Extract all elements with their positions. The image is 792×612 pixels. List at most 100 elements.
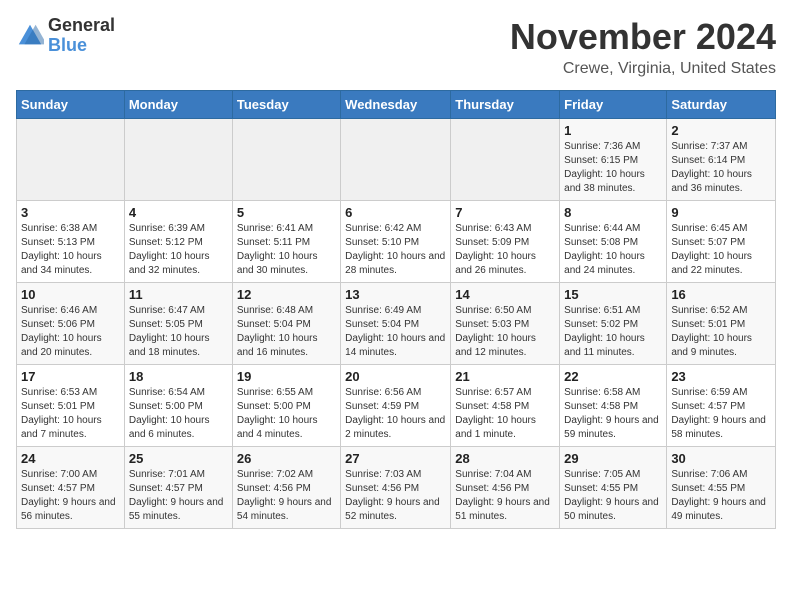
cell-info: Sunrise: 7:05 AM Sunset: 4:55 PM Dayligh… [564,468,662,524]
calendar-cell [232,119,340,201]
day-number: 28 [455,451,555,466]
calendar-header: SundayMondayTuesdayWednesdayThursdayFrid… [17,91,776,119]
cell-info: Sunrise: 6:54 AM Sunset: 5:00 PM Dayligh… [129,386,228,442]
calendar-body: 1 Sunrise: 7:36 AM Sunset: 6:15 PM Daylig… [17,119,776,529]
day-number: 12 [237,287,336,302]
day-number: 8 [564,205,662,220]
calendar-cell: 11Sunrise: 6:47 AM Sunset: 5:05 PM Dayli… [124,283,232,365]
week-row-5: 24Sunrise: 7:00 AM Sunset: 4:57 PM Dayli… [17,447,776,529]
calendar-cell: 17Sunrise: 6:53 AM Sunset: 5:01 PM Dayli… [17,365,125,447]
weekday-header-monday: Monday [124,91,232,119]
day-number: 1 [564,123,662,138]
day-number: 5 [237,205,336,220]
day-number: 4 [129,205,228,220]
cell-info: Sunrise: 6:43 AM Sunset: 5:09 PM Dayligh… [455,222,555,278]
day-number: 9 [671,205,771,220]
calendar-cell: 24Sunrise: 7:00 AM Sunset: 4:57 PM Dayli… [17,447,125,529]
day-number: 11 [129,287,228,302]
cell-info: Sunrise: 6:49 AM Sunset: 5:04 PM Dayligh… [345,304,446,360]
week-row-4: 17Sunrise: 6:53 AM Sunset: 5:01 PM Dayli… [17,365,776,447]
day-number: 10 [21,287,120,302]
calendar-cell: 8 Sunrise: 6:44 AM Sunset: 5:08 PM Daylig… [560,201,667,283]
weekday-row: SundayMondayTuesdayWednesdayThursdayFrid… [17,91,776,119]
day-number: 25 [129,451,228,466]
day-number: 27 [345,451,446,466]
day-number: 17 [21,369,120,384]
cell-info: Sunrise: 7:04 AM Sunset: 4:56 PM Dayligh… [455,468,555,524]
location: Crewe, Virginia, United States [510,60,776,78]
calendar-cell: 1 Sunrise: 7:36 AM Sunset: 6:15 PM Daylig… [560,119,667,201]
cell-info: Sunrise: 6:58 AM Sunset: 4:58 PM Dayligh… [564,386,662,442]
cell-info: Sunrise: 6:56 AM Sunset: 4:59 PM Dayligh… [345,386,446,442]
calendar-cell: 2 Sunrise: 7:37 AM Sunset: 6:14 PM Daylig… [667,119,776,201]
calendar-cell: 9 Sunrise: 6:45 AM Sunset: 5:07 PM Daylig… [667,201,776,283]
day-number: 7 [455,205,555,220]
logo: General Blue [16,16,115,56]
cell-info: Sunrise: 6:41 AM Sunset: 5:11 PM Dayligh… [237,222,336,278]
calendar-cell: 19Sunrise: 6:55 AM Sunset: 5:00 PM Dayli… [232,365,340,447]
logo-general: General [48,16,115,36]
calendar-cell: 23Sunrise: 6:59 AM Sunset: 4:57 PM Dayli… [667,365,776,447]
calendar-cell: 16 Sunrise: 6:52 AM Sunset: 5:01 PM Dayli… [667,283,776,365]
weekday-header-tuesday: Tuesday [232,91,340,119]
calendar-cell: 25 Sunrise: 7:01 AM Sunset: 4:57 PM Dayli… [124,447,232,529]
day-number: 22 [564,369,662,384]
calendar-cell: 4Sunrise: 6:39 AM Sunset: 5:12 PM Daylig… [124,201,232,283]
day-number: 30 [671,451,771,466]
day-number: 14 [455,287,555,302]
cell-info: Sunrise: 6:52 AM Sunset: 5:01 PM Dayligh… [671,304,771,360]
cell-info: Sunrise: 6:38 AM Sunset: 5:13 PM Dayligh… [21,222,120,278]
cell-info: Sunrise: 7:00 AM Sunset: 4:57 PM Dayligh… [21,468,120,524]
cell-info: Sunrise: 6:45 AM Sunset: 5:07 PM Dayligh… [671,222,771,278]
cell-info: Sunrise: 6:46 AM Sunset: 5:06 PM Dayligh… [21,304,120,360]
weekday-header-thursday: Thursday [451,91,560,119]
week-row-1: 1 Sunrise: 7:36 AM Sunset: 6:15 PM Daylig… [17,119,776,201]
cell-info: Sunrise: 6:44 AM Sunset: 5:08 PM Dayligh… [564,222,662,278]
day-number: 16 [671,287,771,302]
day-number: 3 [21,205,120,220]
main-container: General Blue November 2024 Crewe, Virgin… [0,0,792,545]
calendar-cell: 3 Sunrise: 6:38 AM Sunset: 5:13 PM Daylig… [17,201,125,283]
day-number: 13 [345,287,446,302]
day-number: 29 [564,451,662,466]
logo-icon [16,22,44,50]
calendar-cell: 21Sunrise: 6:57 AM Sunset: 4:58 PM Dayli… [451,365,560,447]
logo-text: General Blue [48,16,115,56]
calendar-cell: 12 Sunrise: 6:48 AM Sunset: 5:04 PM Dayli… [232,283,340,365]
calendar-cell: 22 Sunrise: 6:58 AM Sunset: 4:58 PM Dayli… [560,365,667,447]
weekday-header-wednesday: Wednesday [341,91,451,119]
calendar-cell [451,119,560,201]
calendar-cell: 13 Sunrise: 6:49 AM Sunset: 5:04 PM Dayli… [341,283,451,365]
cell-info: Sunrise: 6:42 AM Sunset: 5:10 PM Dayligh… [345,222,446,278]
week-row-3: 10 Sunrise: 6:46 AM Sunset: 5:06 PM Dayli… [17,283,776,365]
cell-info: Sunrise: 6:55 AM Sunset: 5:00 PM Dayligh… [237,386,336,442]
day-number: 6 [345,205,446,220]
header-area: General Blue November 2024 Crewe, Virgin… [16,16,776,78]
calendar-cell: 30 Sunrise: 7:06 AM Sunset: 4:55 PM Dayli… [667,447,776,529]
day-number: 2 [671,123,771,138]
calendar-cell: 6 Sunrise: 6:42 AM Sunset: 5:10 PM Daylig… [341,201,451,283]
cell-info: Sunrise: 7:06 AM Sunset: 4:55 PM Dayligh… [671,468,771,524]
cell-info: Sunrise: 7:37 AM Sunset: 6:14 PM Dayligh… [671,140,771,196]
day-number: 23 [671,369,771,384]
calendar-cell: 26Sunrise: 7:02 AM Sunset: 4:56 PM Dayli… [232,447,340,529]
month-title: November 2024 [510,16,776,58]
cell-info: Sunrise: 6:48 AM Sunset: 5:04 PM Dayligh… [237,304,336,360]
calendar-cell: 27Sunrise: 7:03 AM Sunset: 4:56 PM Dayli… [341,447,451,529]
day-number: 15 [564,287,662,302]
weekday-header-saturday: Saturday [667,91,776,119]
day-number: 21 [455,369,555,384]
weekday-header-sunday: Sunday [17,91,125,119]
day-number: 18 [129,369,228,384]
calendar-cell: 14Sunrise: 6:50 AM Sunset: 5:03 PM Dayli… [451,283,560,365]
calendar-cell: 20 Sunrise: 6:56 AM Sunset: 4:59 PM Dayli… [341,365,451,447]
calendar-cell: 15 Sunrise: 6:51 AM Sunset: 5:02 PM Dayli… [560,283,667,365]
title-area: November 2024 Crewe, Virginia, United St… [510,16,776,78]
cell-info: Sunrise: 7:36 AM Sunset: 6:15 PM Dayligh… [564,140,662,196]
calendar-cell: 5 Sunrise: 6:41 AM Sunset: 5:11 PM Daylig… [232,201,340,283]
cell-info: Sunrise: 6:51 AM Sunset: 5:02 PM Dayligh… [564,304,662,360]
day-number: 20 [345,369,446,384]
calendar-cell [17,119,125,201]
weekday-header-friday: Friday [560,91,667,119]
cell-info: Sunrise: 7:01 AM Sunset: 4:57 PM Dayligh… [129,468,228,524]
